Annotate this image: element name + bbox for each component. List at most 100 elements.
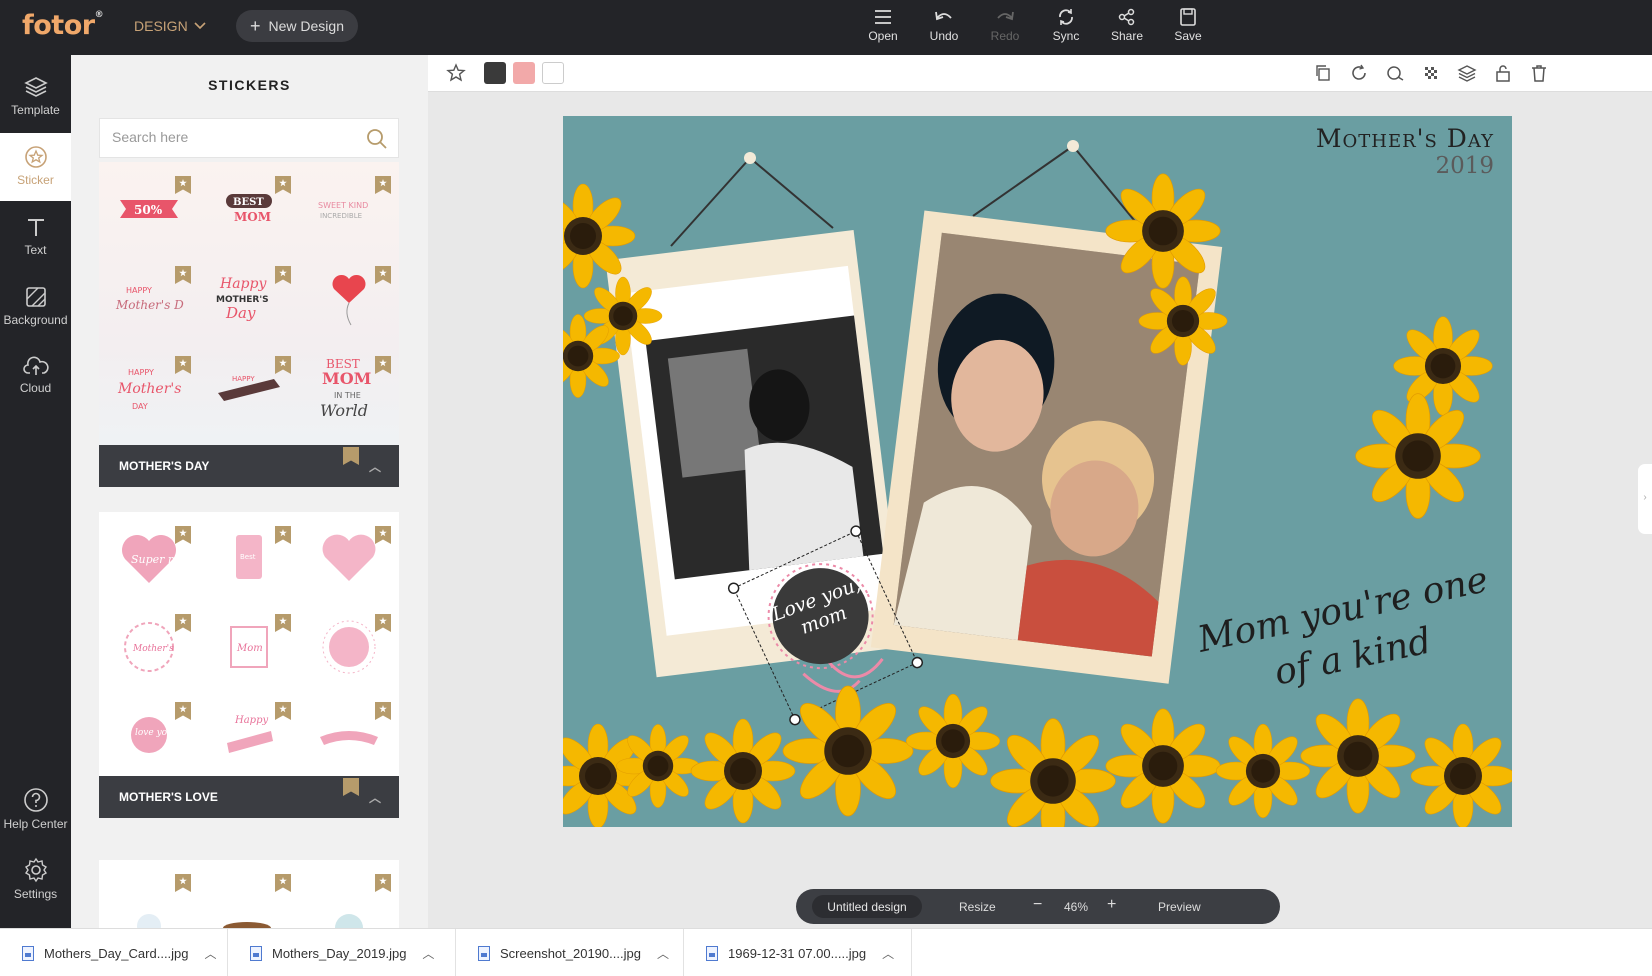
sticker-item[interactable]: Best	[199, 512, 299, 605]
sticker-item[interactable]: Mother's	[99, 600, 199, 693]
sticker-item[interactable]: BEST MOM IN THE World	[299, 342, 399, 435]
bookmark-icon[interactable]	[175, 526, 191, 544]
bookmark-icon[interactable]	[275, 614, 291, 632]
sticker-happy-mothers-day-script: HAPPY Mother's Day	[115, 286, 184, 312]
share-button[interactable]: Share	[1101, 8, 1153, 43]
lock-icon[interactable]	[1493, 63, 1513, 83]
sticker-item[interactable]	[99, 860, 199, 928]
rail-item-text[interactable]: Text	[0, 203, 71, 271]
sticker-item[interactable]: HAPPY	[199, 342, 299, 435]
color-swatch-white[interactable]	[542, 62, 564, 84]
section-mothers-day[interactable]: MOTHER'S DAY ︿	[99, 445, 399, 487]
chevron-up-icon[interactable]: ︿	[369, 458, 381, 475]
sticker-item[interactable]: HAPPY Mother's DAY	[99, 342, 199, 435]
sticker-panel: STICKERS 50% BEST MOM SWEET KIND INCREDIBL…	[71, 55, 428, 928]
rail-item-background[interactable]: Background	[0, 273, 71, 341]
card-title[interactable]: Mother's Day 2019	[1316, 124, 1494, 179]
rail-item-help-center[interactable]: Help Center	[0, 775, 71, 843]
design-menu[interactable]: DESIGN	[134, 18, 206, 34]
mothers-day-sticker-grid: Super mom Best Mother's Mom love you Hap…	[99, 512, 399, 817]
chevron-up-icon[interactable]: ︿	[657, 945, 669, 962]
sticker-item[interactable]	[299, 252, 399, 345]
resize-button[interactable]: Resize	[959, 900, 996, 914]
bookmark-icon[interactable]	[343, 447, 359, 465]
new-design-label: New Design	[268, 18, 344, 34]
downloads-bar: Mothers_Day_Card....jpg ︿ Mothers_Day_20…	[0, 928, 1652, 976]
download-item[interactable]: 1969-12-31 07.00.....jpg ︿	[684, 929, 912, 976]
document-name[interactable]: Untitled design	[812, 895, 922, 918]
sticker-item[interactable]: SWEET KIND INCREDIBLE	[299, 162, 399, 255]
bookmark-icon[interactable]	[375, 526, 391, 544]
bookmark-icon[interactable]	[275, 526, 291, 544]
chevron-up-icon[interactable]: ︿	[205, 945, 217, 962]
search-icon[interactable]	[366, 128, 388, 150]
duplicate-icon[interactable]	[1313, 63, 1333, 83]
bookmark-icon[interactable]	[275, 874, 291, 892]
open-button[interactable]: Open	[857, 8, 909, 43]
layers-order-icon[interactable]	[1457, 63, 1477, 83]
zoom-in-button[interactable]: +	[1107, 896, 1116, 914]
svg-text:HAPPY: HAPPY	[126, 286, 152, 295]
sticker-item[interactable]: BEST MOM	[199, 162, 299, 255]
sticker-item[interactable]: love you	[99, 688, 199, 781]
rail-item-cloud[interactable]: Cloud	[0, 343, 71, 411]
section-mothers-love[interactable]: MOTHER'S LOVE ︿	[99, 776, 399, 818]
save-button[interactable]: Save	[1162, 8, 1214, 43]
download-item[interactable]: Screenshot_20190....jpg ︿	[456, 929, 684, 976]
sticker-item[interactable]: Happy MOTHER'S Day	[199, 252, 299, 345]
bookmark-icon[interactable]	[375, 702, 391, 720]
bookmark-icon[interactable]	[375, 614, 391, 632]
sticker-item[interactable]: Super mom	[99, 512, 199, 605]
rail-item-settings[interactable]: Settings	[0, 845, 71, 913]
bookmark-icon[interactable]	[375, 176, 391, 194]
sticker-item[interactable]: Happy	[199, 688, 299, 781]
rail-item-template[interactable]: Template	[0, 63, 71, 131]
chevron-up-icon[interactable]: ︿	[882, 945, 894, 962]
preview-button[interactable]: Preview	[1158, 900, 1201, 914]
bookmark-icon[interactable]	[175, 176, 191, 194]
fotor-logo[interactable]: fotor®	[22, 10, 104, 41]
rotate-icon[interactable]	[1349, 63, 1369, 83]
download-filename: Screenshot_20190....jpg	[500, 945, 641, 961]
chevron-up-icon[interactable]: ︿	[369, 789, 381, 806]
download-item[interactable]: Mothers_Day_2019.jpg ︿	[228, 929, 456, 976]
sticker-item[interactable]: Mom	[199, 600, 299, 693]
shape-mask-icon[interactable]	[1385, 63, 1405, 83]
sticker-item[interactable]	[299, 512, 399, 605]
bookmark-icon[interactable]	[175, 614, 191, 632]
rail-item-sticker[interactable]: Sticker	[0, 133, 71, 201]
sticker-item[interactable]: 50%	[99, 162, 199, 255]
sticker-item[interactable]: HAPPY Mother's Day	[99, 252, 199, 345]
bookmark-icon[interactable]	[275, 702, 291, 720]
design-canvas[interactable]: Mother's Day 2019 Mom you're one of a ki…	[563, 116, 1512, 827]
download-filename: Mothers_Day_2019.jpg	[272, 945, 407, 961]
zoom-level: 46%	[1064, 900, 1089, 914]
bookmark-icon[interactable]	[175, 874, 191, 892]
bookmark-icon[interactable]	[375, 266, 391, 284]
transparency-icon[interactable]	[1421, 63, 1441, 83]
bookmark-icon[interactable]	[175, 702, 191, 720]
favorite-star-icon[interactable]	[446, 63, 466, 83]
bookmark-icon[interactable]	[343, 778, 359, 796]
text-icon	[27, 219, 44, 236]
search-input[interactable]	[112, 129, 352, 145]
collapse-right-tab[interactable]: ›	[1638, 464, 1652, 534]
sticker-item[interactable]	[199, 860, 299, 928]
sticker-item[interactable]	[299, 860, 399, 928]
svg-text:HAPPY: HAPPY	[232, 375, 255, 383]
element-toolbar	[428, 55, 1652, 92]
bookmark-icon[interactable]	[375, 874, 391, 892]
download-item[interactable]: Mothers_Day_Card....jpg ︿	[0, 929, 228, 976]
sync-button[interactable]: Sync	[1040, 8, 1092, 43]
redo-button[interactable]: Redo	[979, 8, 1031, 43]
card-title-line1: Mother's Day	[1315, 124, 1494, 153]
color-swatch-dark[interactable]	[484, 62, 506, 84]
sticker-item[interactable]	[299, 600, 399, 693]
new-design-button[interactable]: + New Design	[236, 10, 358, 42]
color-swatch-pink[interactable]	[513, 62, 535, 84]
trash-icon[interactable]	[1529, 63, 1549, 83]
chevron-up-icon[interactable]: ︿	[422, 945, 434, 962]
zoom-out-button[interactable]: −	[1033, 896, 1042, 914]
sticker-item[interactable]	[299, 688, 399, 781]
undo-button[interactable]: Undo	[918, 8, 970, 43]
